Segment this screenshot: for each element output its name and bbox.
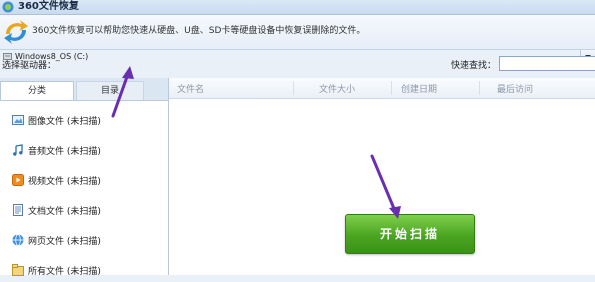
category-label: 网页文件 (未扫描) xyxy=(28,237,101,247)
category-item-video[interactable]: 视频文件 (未扫描) xyxy=(0,168,168,192)
column-divider[interactable] xyxy=(479,81,480,95)
column-filename[interactable]: 文件名 xyxy=(177,82,204,95)
tab-category[interactable]: 分类 xyxy=(0,81,74,100)
category-item-audio[interactable]: 音频文件 (未扫描) xyxy=(0,138,168,162)
left-panel: 分类 目录 图像文件 (未扫描) 音频文件 (未扫描) 视频文件 (未扫描) 文… xyxy=(0,78,169,277)
tab-directory[interactable]: 目录 xyxy=(76,81,144,100)
category-label: 文档文件 (未扫描) xyxy=(28,207,101,217)
category-label: 视频文件 (未扫描) xyxy=(28,177,101,187)
start-scan-button[interactable]: 开始扫描 xyxy=(345,214,475,254)
column-created[interactable]: 创建日期 xyxy=(401,82,437,95)
image-icon xyxy=(12,115,24,125)
search-label: 快速查找： xyxy=(451,61,497,71)
category-item-image[interactable]: 图像文件 (未扫描) xyxy=(0,108,168,132)
search-input[interactable] xyxy=(499,56,595,71)
category-item-webpage[interactable]: 网页文件 (未扫描) xyxy=(0,228,168,252)
all-files-icon xyxy=(12,264,24,276)
category-label: 音频文件 (未扫描) xyxy=(28,147,101,157)
info-banner: 360文件恢复可以帮助您快速从硬盘、U盘、SD卡等硬盘设备中恢复误删除的文件。 xyxy=(0,15,595,50)
column-filesize[interactable]: 文件大小 xyxy=(319,82,355,95)
category-item-all-files[interactable]: 所有文件 (未扫描) xyxy=(0,258,168,282)
document-icon xyxy=(13,204,23,216)
category-label: 图像文件 (未扫描) xyxy=(28,117,101,127)
column-divider[interactable] xyxy=(391,81,392,95)
drive-icon xyxy=(3,53,12,60)
recovery-logo-icon xyxy=(4,20,28,44)
app-logo-icon xyxy=(2,1,14,13)
category-item-document[interactable]: 文档文件 (未扫描) xyxy=(0,198,168,222)
video-icon xyxy=(12,174,24,186)
title-bar: 360文件恢复 xyxy=(0,0,595,15)
column-last-access[interactable]: 最后访问 xyxy=(497,82,533,95)
webpage-icon xyxy=(12,234,24,246)
tab-bar: 分类 目录 xyxy=(0,78,168,101)
column-divider[interactable] xyxy=(293,81,294,95)
drive-selected-value: Windows8_OS (C:) xyxy=(15,52,89,61)
category-label: 所有文件 (未扫描) xyxy=(28,267,101,277)
column-header: 文件名 文件大小 创建日期 最后访问 xyxy=(169,78,595,99)
window-title: 360文件恢复 xyxy=(18,1,79,12)
banner-description: 360文件恢复可以帮助您快速从硬盘、U盘、SD卡等硬盘设备中恢复误删除的文件。 xyxy=(32,26,366,36)
music-icon xyxy=(13,144,23,156)
